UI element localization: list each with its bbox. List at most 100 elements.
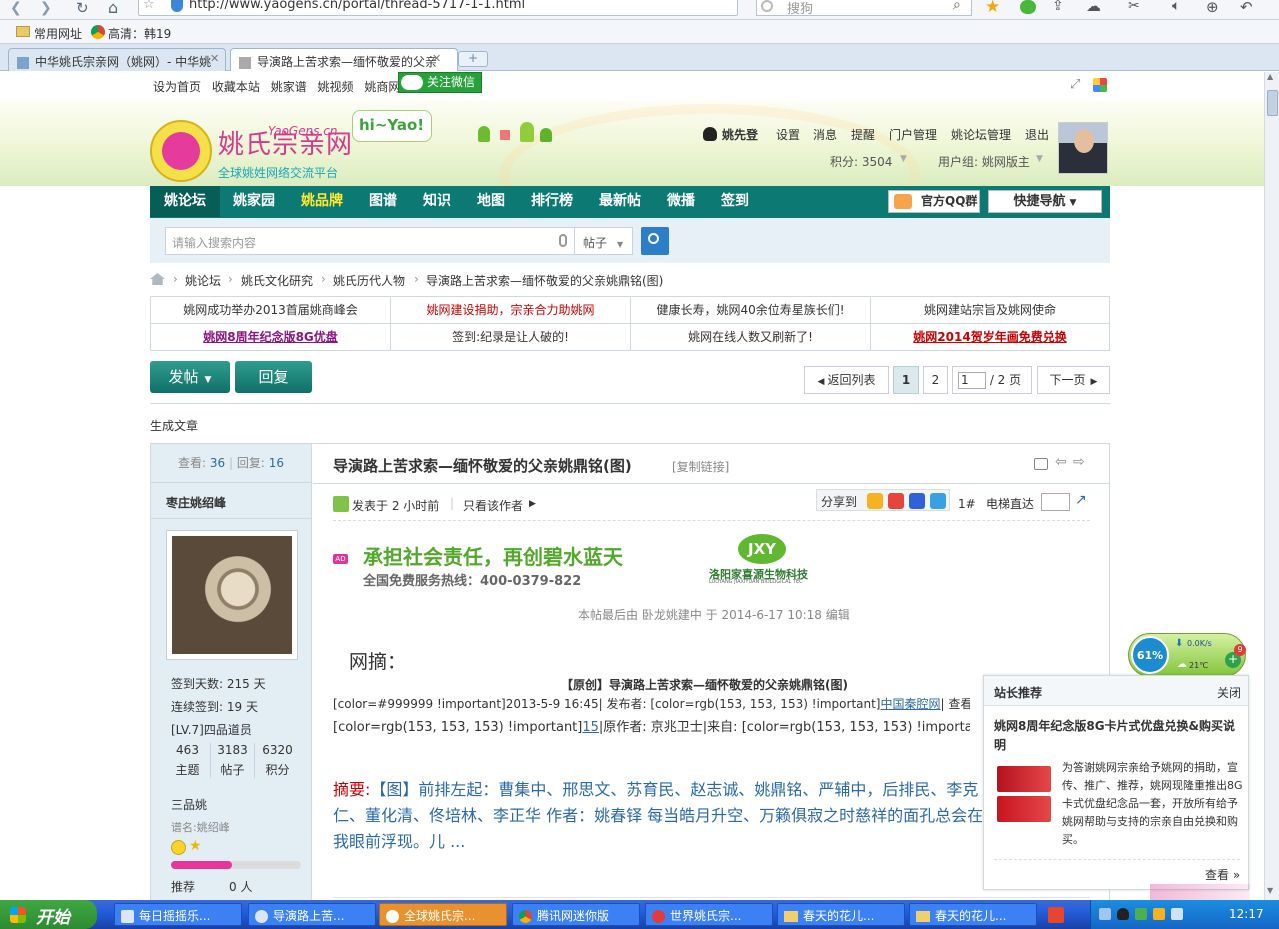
tab-home[interactable]: 中华姚氏宗亲网（姚网）- 中华姚 xyxy=(8,48,226,71)
stat-topics[interactable]: 463 主题 xyxy=(165,743,210,778)
next-thread-icon[interactable]: ⇨ xyxy=(1073,454,1085,470)
popup-image[interactable] xyxy=(997,766,1051,824)
top-link-business[interactable]: 姚商网 xyxy=(364,80,400,94)
notice-text[interactable]: 姚网成功举办2013首届姚商峰会 xyxy=(183,303,358,317)
nav-map[interactable]: 地图 xyxy=(464,186,518,217)
url-text[interactable]: http://www.yaogens.cn/portal/thread-5717… xyxy=(189,0,525,12)
notice-cell[interactable]: 姚网在线人数又刷新了! xyxy=(631,324,871,351)
points-dropdown[interactable]: 积分: 3504 xyxy=(830,153,892,170)
breadcrumb-culture[interactable]: 姚氏文化研究 xyxy=(241,272,313,289)
volume-icon[interactable]: 🔈︎ xyxy=(1172,0,1180,14)
back-icon[interactable]: ❮ xyxy=(10,0,22,16)
forward-icon[interactable]: ❯ xyxy=(40,0,52,16)
scroll-down-icon[interactable]: ▼ xyxy=(1267,886,1273,895)
popup-more-link[interactable]: 查看 » xyxy=(1205,866,1240,883)
search-submit-button[interactable] xyxy=(641,227,669,255)
prev-thread-icon[interactable]: ⇦ xyxy=(1055,454,1067,470)
notice-text[interactable]: 健康长寿，姚网40余位寿星族长们! xyxy=(656,303,844,317)
reply-button[interactable]: 回复 xyxy=(235,361,312,393)
username-link[interactable]: 姚先登 xyxy=(722,126,758,143)
nav-knowledge[interactable]: 知识 xyxy=(410,186,464,217)
forum-admin-link[interactable]: 姚论坛管理 xyxy=(951,126,1011,143)
pengyou-icon[interactable] xyxy=(930,493,946,509)
taskbar-item-active[interactable]: 全球姚氏宗... xyxy=(379,903,507,926)
user-messages-link[interactable]: 消息 xyxy=(813,126,837,143)
tray-volume-icon[interactable] xyxy=(1171,908,1183,920)
breadcrumb-forum[interactable]: 姚论坛 xyxy=(185,272,221,289)
page-jump-input[interactable]: 1 xyxy=(958,372,986,389)
generate-article-link[interactable]: 生成文章 xyxy=(150,417,198,434)
notice-cell[interactable]: 姚网8周年纪念版8G优盘 xyxy=(151,324,391,351)
notice-text[interactable]: 姚网建站宗旨及姚网使命 xyxy=(924,303,1056,317)
stat-points[interactable]: 6320 积分 xyxy=(255,743,300,778)
wechat-icon[interactable] xyxy=(1020,0,1036,14)
back-to-list-button[interactable]: ◀ 返回列表 xyxy=(804,366,889,394)
search-box[interactable]: 搜狗 ⌕ xyxy=(756,0,972,17)
popup-close-button[interactable]: 关闭 xyxy=(1217,684,1241,701)
tray-network-icon[interactable] xyxy=(1099,908,1111,920)
page-scrollbar[interactable]: ▲ ▼ xyxy=(1264,72,1279,900)
stat-posts[interactable]: 3183 帖子 xyxy=(210,743,255,778)
refresh-icon[interactable]: ↻ xyxy=(76,0,89,17)
user-avatar[interactable] xyxy=(1058,122,1108,174)
portal-admin-link[interactable]: 门户管理 xyxy=(889,126,937,143)
next-page-button[interactable]: 下一页 ▶ xyxy=(1037,366,1110,394)
favorite-star-icon[interactable]: ★ xyxy=(985,0,1000,17)
scroll-up-icon[interactable]: ▲ xyxy=(1267,72,1273,81)
page-1-button[interactable]: 1 xyxy=(893,366,919,394)
breadcrumb-figures[interactable]: 姚氏历代人物 xyxy=(333,272,405,289)
user-settings-link[interactable]: 设置 xyxy=(776,126,800,143)
notice-text[interactable]: 姚网建设捐助，宗亲合力助姚网 xyxy=(426,303,594,317)
print-icon[interactable] xyxy=(1034,458,1048,470)
notice-cell[interactable]: 姚网2014贺岁年画免费兑换 xyxy=(871,324,1109,351)
site-logo-seal[interactable] xyxy=(150,120,212,182)
notice-text[interactable]: 姚网8周年纪念版8G优盘 xyxy=(203,330,338,344)
start-button[interactable]: 开始 xyxy=(0,900,97,929)
notice-text[interactable]: 姚网在线人数又刷新了! xyxy=(688,330,813,344)
notice-text[interactable]: 姚网2014贺岁年画免费兑换 xyxy=(913,330,1066,344)
ad-slogan[interactable]: 承担社会责任，再创碧水蓝天 xyxy=(363,541,623,570)
new-post-button[interactable]: 发帖 ▼ xyxy=(150,361,230,393)
quick-nav-button[interactable]: 快捷导航 ▼ xyxy=(988,190,1102,213)
download-icon[interactable]: ⊕ xyxy=(1206,0,1219,16)
search-icon[interactable]: ⌕ xyxy=(953,0,961,13)
elevator-input[interactable] xyxy=(1041,493,1070,511)
author-name[interactable]: 枣庄姚绍峰 xyxy=(166,494,226,511)
undo-icon[interactable]: ↶ xyxy=(1240,0,1253,16)
nav-ranking[interactable]: 排行榜 xyxy=(518,186,586,217)
speed-widget[interactable]: 61% ⬇ 0.0K/s ☁ 21℃ + 9 xyxy=(1128,633,1246,677)
tray-app-icon[interactable] xyxy=(1153,908,1165,920)
share-icon[interactable]: ⇪ xyxy=(1052,0,1064,14)
new-tab-button[interactable]: + xyxy=(458,51,488,67)
tray-qq-icon[interactable] xyxy=(1117,908,1129,920)
nav-checkin[interactable]: 签到 xyxy=(708,186,762,217)
theme-icon[interactable] xyxy=(1093,78,1107,92)
tray-clock[interactable]: 12:17 xyxy=(1229,907,1264,921)
scissors-icon[interactable]: ✂ xyxy=(1128,0,1140,14)
taskbar-item[interactable]: 春天的花儿... xyxy=(909,903,1037,926)
nav-brand[interactable]: 姚品牌 xyxy=(288,186,356,217)
notice-cell[interactable]: 健康长寿，姚网40余位寿星族长们! xyxy=(631,297,871,324)
taskbar-item[interactable]: 每日摇摇乐... xyxy=(114,903,242,926)
page-2-button[interactable]: 2 xyxy=(923,366,948,394)
fullscreen-icon[interactable]: ⤢ xyxy=(1070,77,1080,92)
taskbar-item[interactable]: 世界姚氏宗... xyxy=(645,903,773,926)
sogou-input-icon[interactable] xyxy=(1048,907,1064,923)
popup-title[interactable]: 姚网8周年纪念版8G卡片式优盘兑换&购买说明 xyxy=(994,717,1244,755)
author-only-link[interactable]: 只看该作者 xyxy=(463,497,523,514)
tab-close-icon[interactable]: ✕ xyxy=(210,52,219,65)
star-icon[interactable]: ☆ xyxy=(143,0,155,12)
search-scope-select[interactable]: 帖子 ▼ xyxy=(575,227,633,255)
nav-home[interactable]: 姚家园 xyxy=(220,186,288,217)
cloud-icon[interactable]: ☁ xyxy=(1086,0,1101,15)
top-link-homepage[interactable]: 设为首页 xyxy=(153,80,201,94)
copy-link[interactable]: [复制链接] xyxy=(672,458,729,475)
taskbar-item[interactable]: 腾讯网迷你版 xyxy=(512,903,640,926)
tray-security-icon[interactable] xyxy=(1135,908,1147,920)
nav-latest[interactable]: 最新帖 xyxy=(586,186,654,217)
taskbar-item[interactable]: 导演路上苦... xyxy=(248,903,376,926)
qq-group-button[interactable]: 官方QQ群 xyxy=(888,190,980,213)
forum-search-input[interactable]: 请输入搜索内容 xyxy=(165,227,575,255)
elevator-go-icon[interactable]: ↗ xyxy=(1075,492,1087,508)
renren-icon[interactable] xyxy=(888,493,904,509)
